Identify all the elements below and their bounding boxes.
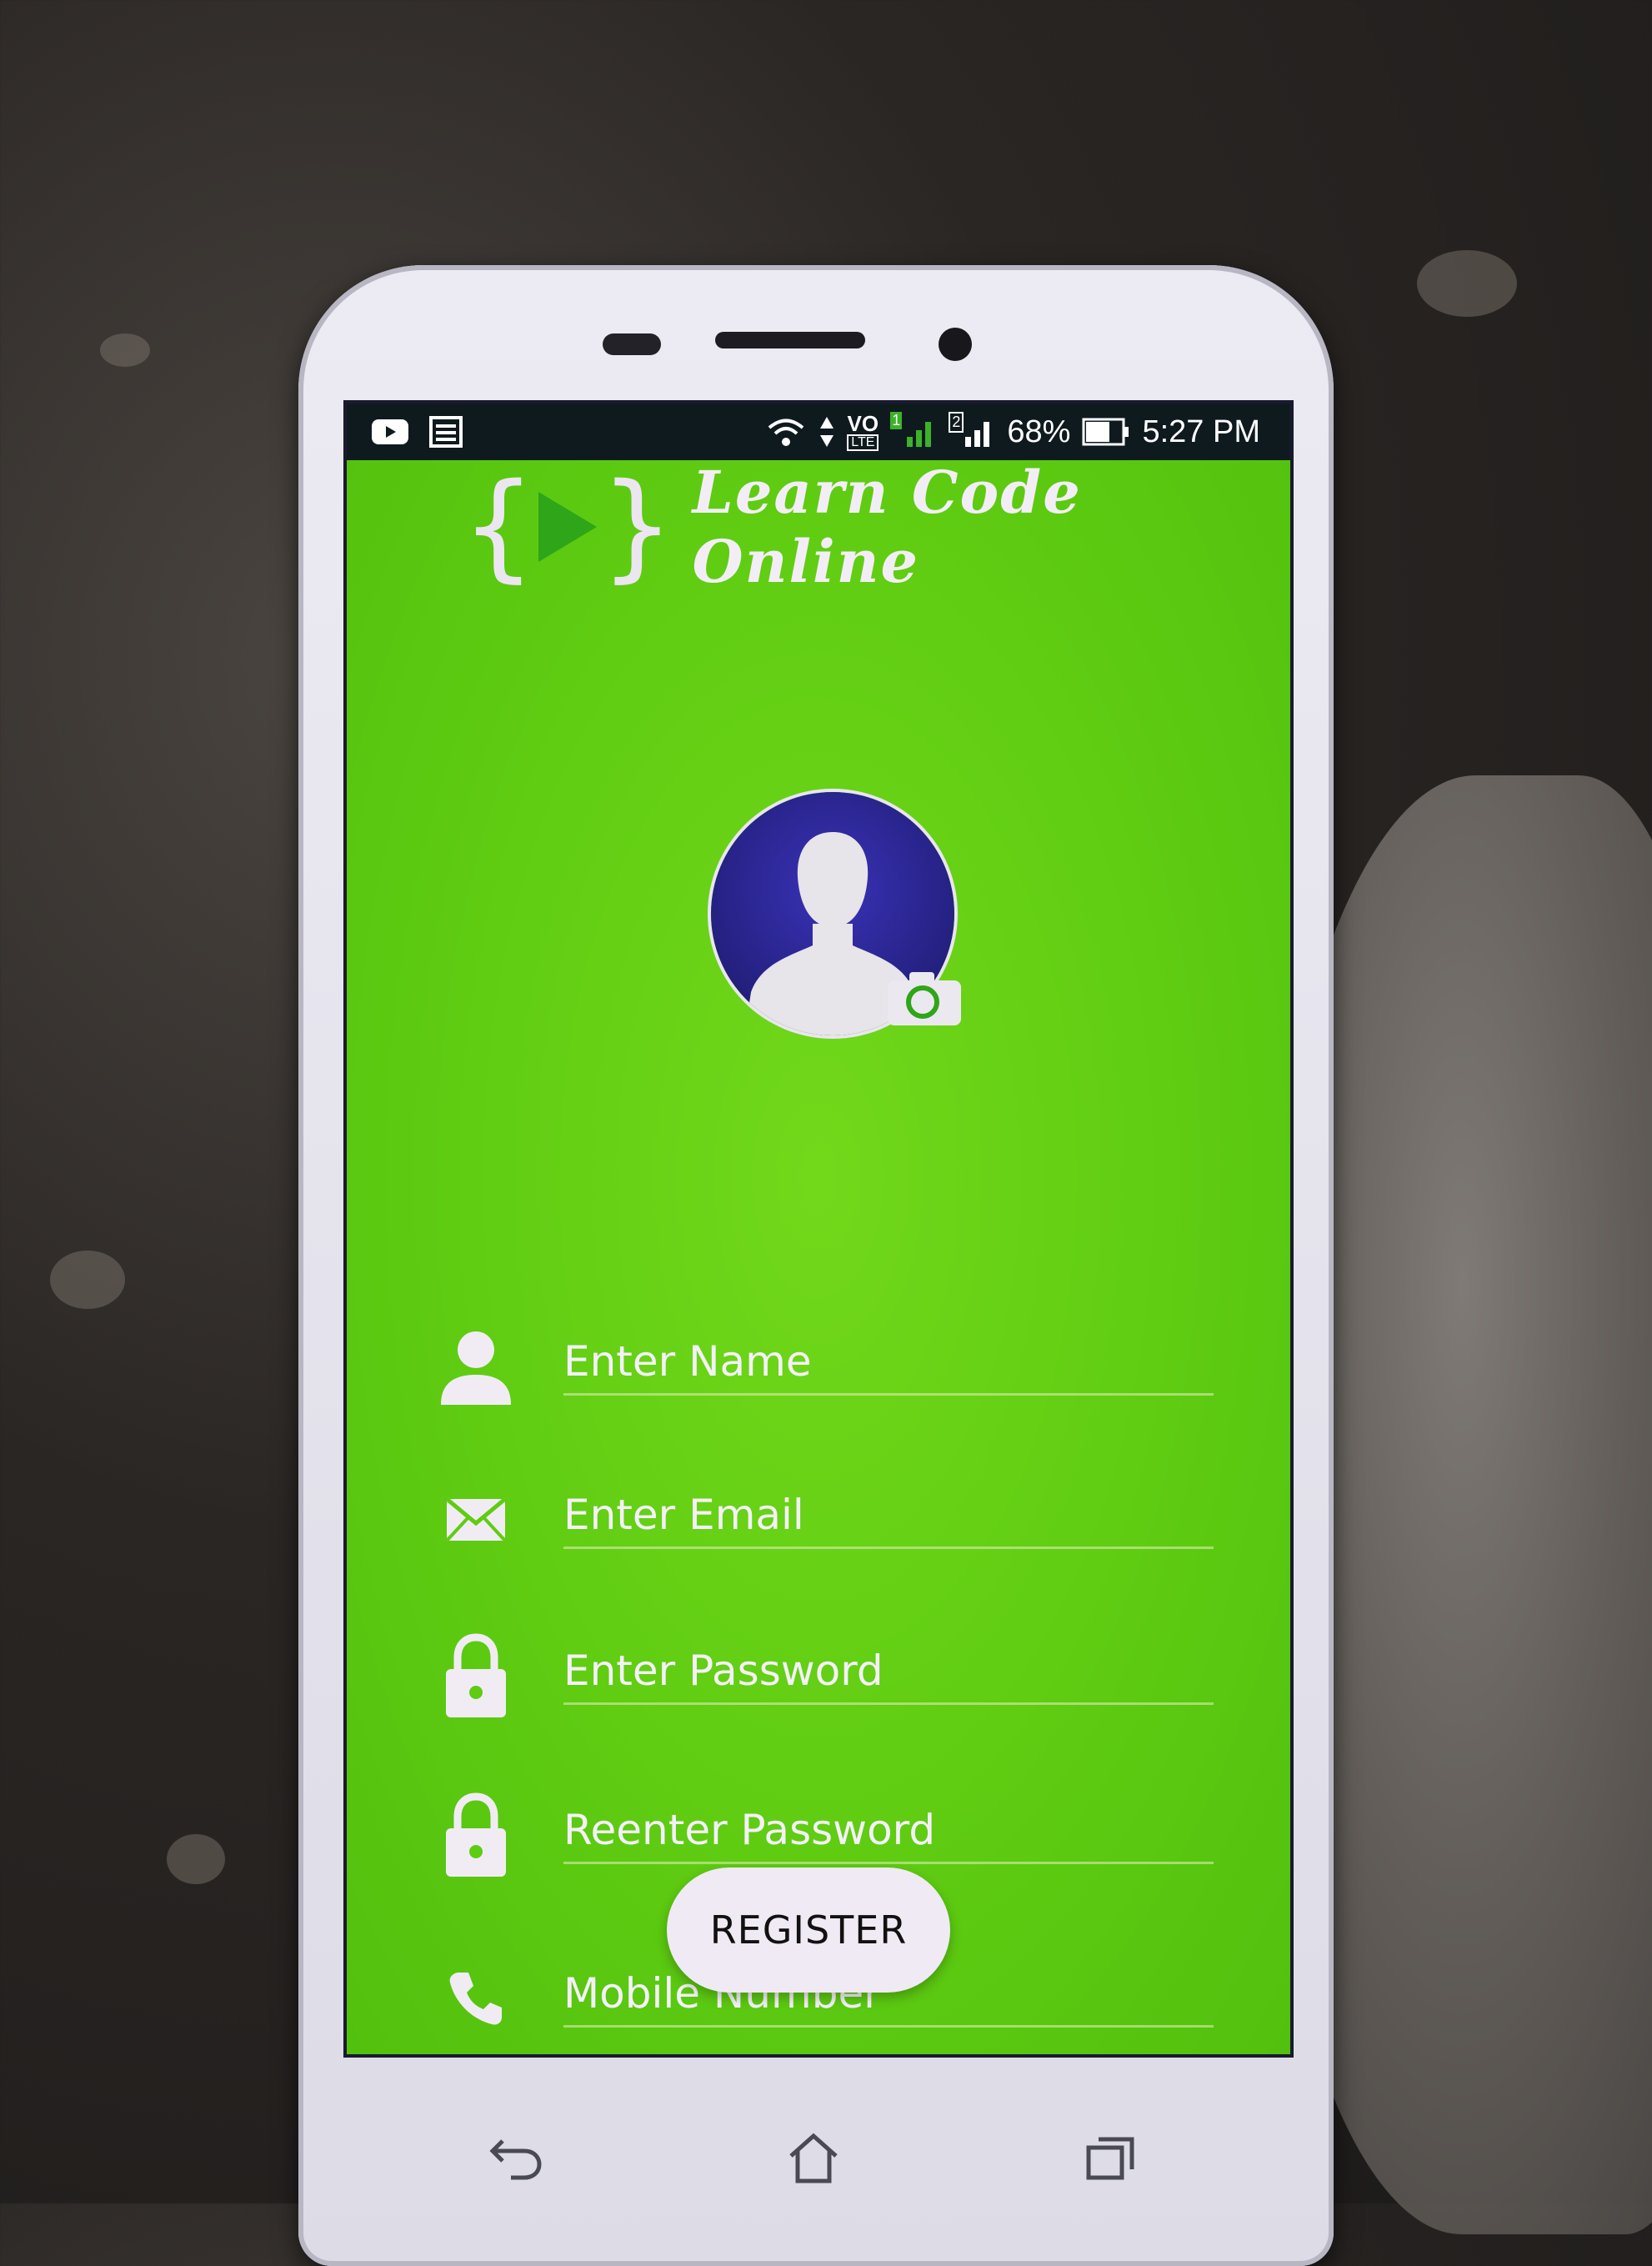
phone-icon [430, 1953, 522, 2044]
name-field-row [413, 1312, 1214, 1412]
wifi-icon [765, 415, 807, 449]
register-button[interactable]: REGISTER [667, 1867, 950, 1993]
password-input[interactable] [563, 1638, 1214, 1705]
phone-screen: VO LTE 1 2 68% 5:27 PM {} Learn Code On… [343, 400, 1294, 2058]
signal-icon: 1 [890, 412, 937, 449]
earpiece [715, 332, 865, 348]
envelope-icon [430, 1474, 522, 1566]
logo-text: Learn Code Online [692, 458, 1082, 596]
sim-2-label: 2 [949, 412, 964, 433]
background-speck [1417, 250, 1517, 317]
reenter-password-field-row [413, 1781, 1214, 1881]
background-speck [50, 1251, 125, 1309]
youtube-icon [370, 418, 410, 446]
status-bar: VO LTE 1 2 68% 5:27 PM [347, 404, 1290, 460]
battery-icon [1082, 417, 1130, 447]
password-field-row [413, 1622, 1214, 1722]
person-icon [430, 1321, 522, 1412]
lte-label: LTE [847, 434, 879, 451]
news-icon [428, 415, 463, 449]
proximity-sensor [603, 333, 661, 355]
signal-icon: 2 [949, 412, 995, 449]
app-logo: {} Learn Code Online [463, 458, 1290, 596]
reenter-password-input[interactable] [563, 1797, 1214, 1864]
play-brackets-icon: {} [463, 459, 673, 594]
email-field-row [413, 1466, 1214, 1566]
recents-icon[interactable] [1078, 2124, 1144, 2191]
sim-1-label: 1 [890, 412, 903, 429]
background-speck [167, 1834, 225, 1884]
battery-percent: 68% [1007, 414, 1071, 449]
background-speck [100, 333, 150, 367]
name-input[interactable] [563, 1329, 1214, 1396]
register-screen: {} Learn Code Online Enter Name Enter Em… [347, 458, 1290, 2054]
clock: 5:27 PM [1142, 414, 1260, 449]
back-icon[interactable] [482, 2124, 548, 2191]
email-input[interactable] [563, 1482, 1214, 1549]
lock-icon [430, 1789, 522, 1881]
data-arrows-icon [818, 415, 835, 449]
volte-icon: VO LTE [847, 413, 879, 451]
front-camera [939, 328, 972, 361]
phone-body: VO LTE 1 2 68% 5:27 PM {} Learn Code On… [298, 265, 1334, 2266]
camera-icon[interactable] [884, 969, 964, 1029]
navigation-bar [298, 2099, 1334, 2216]
lock-icon [430, 1630, 522, 1722]
volte-label: VO [847, 411, 879, 436]
home-icon[interactable] [780, 2124, 847, 2191]
